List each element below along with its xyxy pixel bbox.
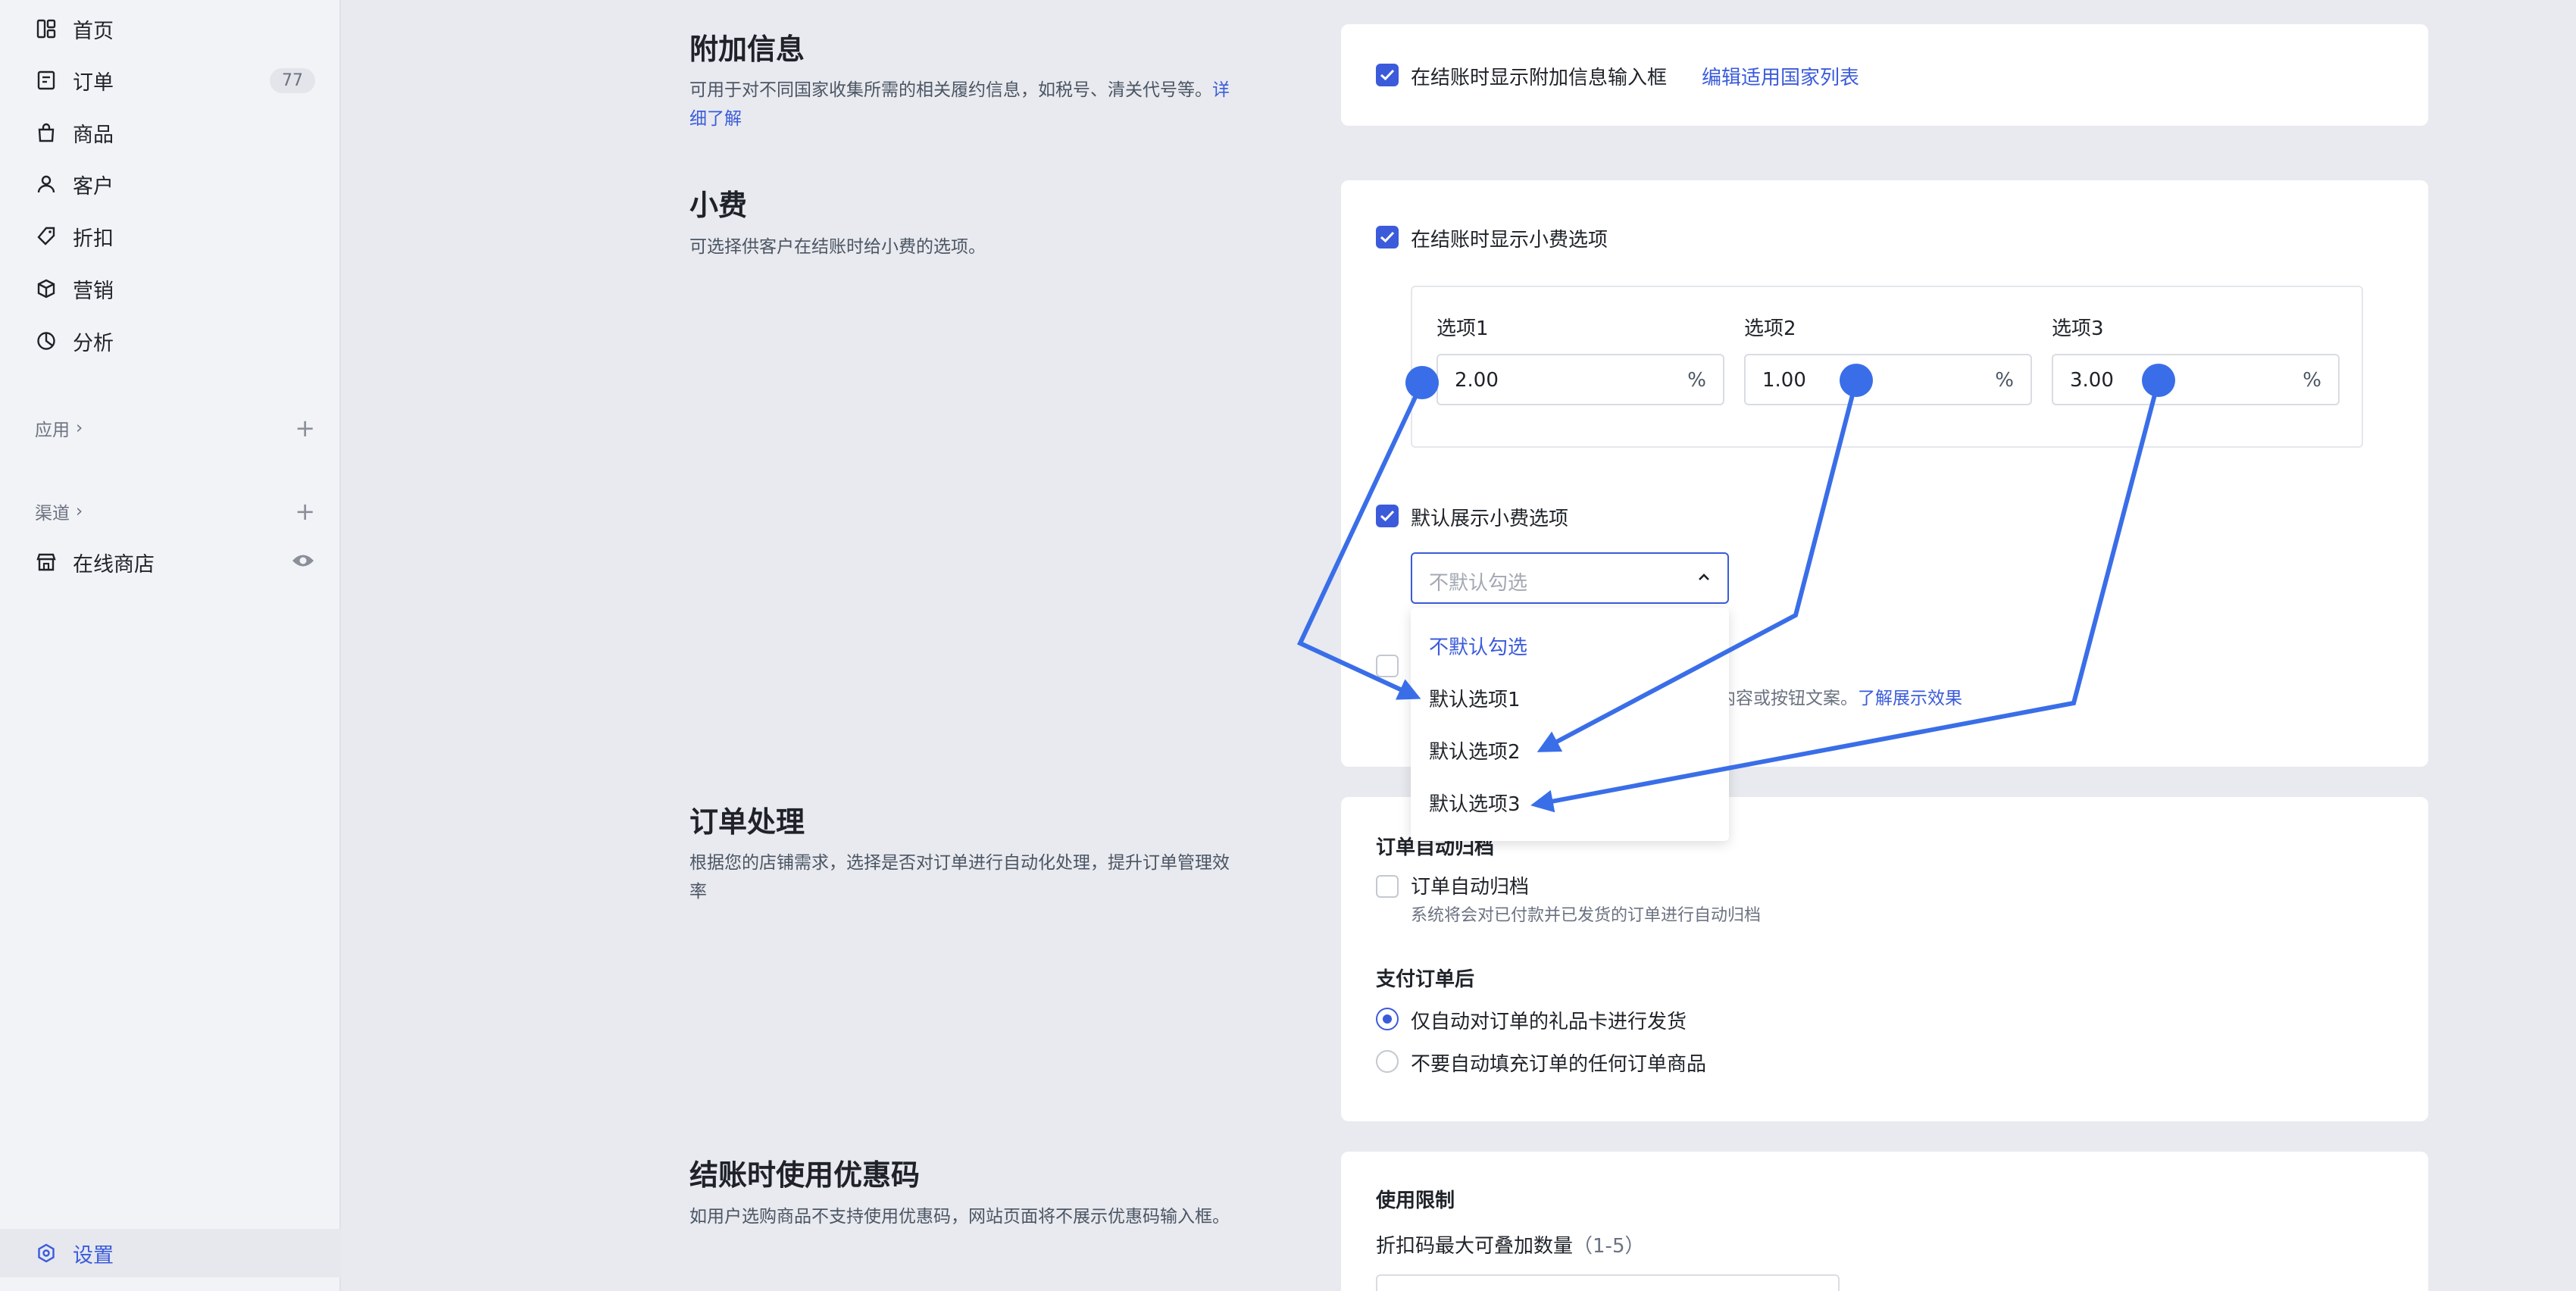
no-autofill-radio[interactable] <box>1376 1050 1399 1073</box>
usage-limit-heading: 使用限制 <box>1376 1189 1455 1212</box>
nav-online-store[interactable]: 在线商店 <box>35 539 315 585</box>
add-app-icon[interactable]: + <box>295 414 315 442</box>
user-icon <box>35 173 58 195</box>
nav-analytics-label: 分析 <box>73 331 114 355</box>
percent-unit: % <box>1687 369 1706 392</box>
tag-icon <box>35 225 58 248</box>
nav-marketing[interactable]: 营销 <box>35 266 315 311</box>
nav-settings[interactable]: 设置 <box>35 1230 315 1276</box>
nav-products-label: 商品 <box>73 123 114 147</box>
coupon-desc: 如用户选购商品不支持使用优惠码，网站页面将不展示优惠码输入框。 <box>689 1207 1230 1227</box>
stack-limit-label: 折扣码最大可叠加数量（1-5） <box>1376 1230 1644 1258</box>
after-payment-heading: 支付订单后 <box>1376 968 1475 991</box>
dropdown-option-1[interactable]: 默认选项1 <box>1429 684 1521 712</box>
extra-info-card: 在结账时显示附加信息输入框 编辑适用国家列表 <box>1341 24 2428 126</box>
cube-icon <box>35 277 58 300</box>
nav-orders[interactable]: 订单 77 <box>35 58 315 103</box>
gift-card-only-label: 仅自动对订单的礼品卡进行发货 <box>1411 1011 1687 1033</box>
show-tips-label: 在结账时显示小费选项 <box>1411 229 1608 252</box>
tips-desc: 可选择供客户在结账时给小费的选项。 <box>689 237 986 257</box>
tip-option-2-label: 选项2 <box>1744 317 1796 340</box>
default-tip-dropdown: 不默认勾选 默认选项1 默认选项2 默认选项3 <box>1411 608 1729 841</box>
stack-range-text: （1-5） <box>1573 1235 1645 1258</box>
nav-home-label: 首页 <box>73 19 114 43</box>
default-tip-select[interactable]: 不默认勾选 <box>1411 552 1729 604</box>
nav-discounts[interactable]: 折扣 <box>35 214 315 259</box>
nav-home[interactable]: 首页 <box>35 6 315 52</box>
settings-row[interactable]: 设置 <box>0 1229 341 1277</box>
edit-country-list-link[interactable]: 编辑适用国家列表 <box>1702 62 1859 90</box>
default-tip-label: 默认展示小费选项 <box>1411 508 1569 530</box>
dropdown-option-3[interactable]: 默认选项3 <box>1429 789 1521 817</box>
stack-limit-text: 折扣码最大可叠加数量 <box>1376 1235 1574 1258</box>
channels-section[interactable]: 渠道 › + <box>35 497 315 526</box>
gift-card-only-radio[interactable] <box>1376 1008 1399 1030</box>
apps-section[interactable]: 应用 › + <box>35 414 315 442</box>
tip-option-2-value: 1.00 <box>1762 369 1806 392</box>
show-extra-info-checkbox[interactable] <box>1376 64 1399 86</box>
default-tip-checkbox[interactable] <box>1376 505 1399 527</box>
dropdown-option-2[interactable]: 默认选项2 <box>1429 736 1521 764</box>
nav-discounts-label: 折扣 <box>73 227 114 251</box>
online-store-label: 在线商店 <box>73 552 155 577</box>
stack-limit-input[interactable] <box>1376 1274 1840 1291</box>
settings-icon <box>35 1242 58 1264</box>
add-channel-icon[interactable]: + <box>295 497 315 526</box>
show-extra-info-label: 在结账时显示附加信息输入框 <box>1411 67 1668 89</box>
tip-option-1-value: 2.00 <box>1455 369 1499 392</box>
tips-title: 小费 <box>689 189 748 222</box>
channels-label: 渠道 <box>35 504 70 524</box>
tip-option-3-value: 3.00 <box>2070 369 2114 392</box>
chevron-up-icon <box>1696 567 1712 590</box>
pie-icon <box>35 330 58 352</box>
auto-archive-desc: 系统将会对已付款并已发货的订单进行自动归档 <box>1411 906 1762 925</box>
nav-customers[interactable]: 客户 <box>35 161 315 207</box>
auto-archive-checkbox[interactable] <box>1376 875 1399 898</box>
learn-display-link[interactable]: 了解展示效果 <box>1858 689 1962 708</box>
nav-orders-label: 订单 <box>73 70 114 95</box>
tip-option-1-input[interactable]: 2.00 % <box>1436 354 1724 405</box>
chevron-right-icon: › <box>76 418 83 438</box>
tip-option-3-label: 选项3 <box>2052 317 2104 340</box>
eye-icon[interactable] <box>291 551 315 574</box>
nav-settings-label: 设置 <box>73 1243 114 1268</box>
tip-option-2-input[interactable]: 1.00 % <box>1744 354 2032 405</box>
percent-unit: % <box>2302 369 2321 392</box>
nav-analytics[interactable]: 分析 <box>35 318 315 364</box>
orders-count-badge: 77 <box>270 67 315 93</box>
percent-unit: % <box>1995 369 2014 392</box>
apps-label: 应用 <box>35 420 70 440</box>
tip-option-3-input[interactable]: 3.00 % <box>2052 354 2340 405</box>
store-icon <box>35 551 58 574</box>
nav-marketing-label: 营销 <box>73 279 114 303</box>
chevron-right-icon: › <box>76 502 83 521</box>
tip-options-box: 选项1 选项2 选项3 2.00 % 1.00 % 3.00 % <box>1411 286 2363 448</box>
order-processing-title: 订单处理 <box>689 805 805 839</box>
dashboard-icon <box>35 17 58 40</box>
bag-icon <box>35 121 58 144</box>
order-processing-card: 订单自动归档 订单自动归档 系统将会对已付款并已发货的订单进行自动归档 支付订单… <box>1341 797 2428 1121</box>
no-autofill-label: 不要自动填充订单的任何订单商品 <box>1411 1053 1707 1076</box>
dropdown-option-none[interactable]: 不默认勾选 <box>1429 632 1527 660</box>
order-icon <box>35 69 58 92</box>
auto-archive-label: 订单自动归档 <box>1411 876 1530 899</box>
show-tips-checkbox[interactable] <box>1376 226 1399 249</box>
sidebar: 首页 订单 77 商品 客户 折扣 营销 分析 应用 › + 渠道 › + 在线… <box>0 0 341 1291</box>
nav-customers-label: 客户 <box>73 174 114 198</box>
extra-info-title: 附加信息 <box>689 33 805 66</box>
nav-products[interactable]: 商品 <box>35 110 315 155</box>
select-placeholder: 不默认勾选 <box>1429 572 1528 595</box>
extra-info-desc: 可用于对不同国家收集所需的相关履约信息，如税号、清关代号等。详细了解 <box>689 76 1235 133</box>
hidden-option-checkbox[interactable] <box>1376 655 1399 677</box>
order-processing-desc: 根据您的店铺需求，选择是否对订单进行自动化处理，提升订单管理效率 <box>689 853 1230 902</box>
coupon-card: 使用限制 折扣码最大可叠加数量（1-5） <box>1341 1152 2428 1291</box>
tip-option-1-label: 选项1 <box>1436 317 1489 340</box>
coupon-title: 结账时使用优惠码 <box>689 1158 921 1192</box>
extra-info-desc-text: 可用于对不同国家收集所需的相关履约信息，如税号、清关代号等。 <box>689 80 1212 100</box>
